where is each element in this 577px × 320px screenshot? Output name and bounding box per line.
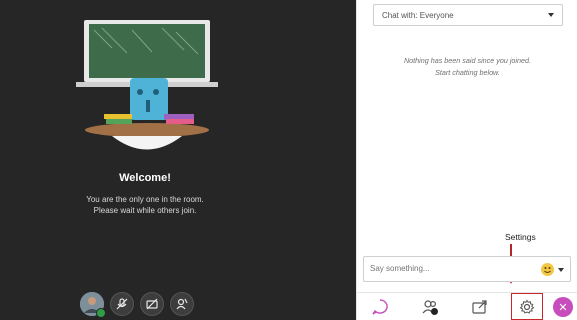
chat-message-input[interactable]: [370, 264, 520, 273]
welcome-message-line1: You are the only one in the room.: [86, 195, 204, 204]
camera-toggle-button[interactable]: [140, 292, 164, 316]
main-stage: Welcome! You are the only one in the roo…: [0, 0, 356, 320]
mic-off-icon: [116, 298, 128, 310]
chat-empty-message-line1: Nothing has been said since you joined.: [403, 56, 532, 65]
panel-tab-bar: ✕: [357, 292, 577, 320]
tab-share-content[interactable]: [465, 294, 495, 320]
camera-off-icon: [146, 298, 158, 310]
chat-compose-box: [363, 256, 571, 282]
close-icon: ✕: [558, 301, 568, 314]
chat-icon: [372, 299, 388, 315]
collaborate-window: Welcome! You are the only one in the roo…: [0, 0, 577, 320]
emoji-icon[interactable]: [541, 263, 554, 276]
share-icon: [472, 300, 487, 314]
chevron-down-icon: [548, 13, 554, 17]
chat-recipient-select[interactable]: Chat with: Everyone: [373, 4, 563, 26]
status-check-icon: [96, 308, 106, 318]
emoji-dropdown-chevron-icon[interactable]: [558, 268, 564, 272]
tab-attendees[interactable]: [415, 294, 445, 320]
tab-settings[interactable]: [511, 293, 543, 320]
raise-hand-button[interactable]: [170, 292, 194, 316]
classroom-illustration: [76, 20, 218, 150]
settings-annotation-label: Settings: [505, 232, 536, 242]
chat-recipient-value: Chat with: Everyone: [382, 10, 454, 20]
hand-raise-icon: [176, 298, 188, 310]
mic-toggle-button[interactable]: [110, 292, 134, 316]
tab-chat[interactable]: [365, 294, 395, 320]
close-panel-button[interactable]: ✕: [553, 297, 573, 317]
welcome-title: Welcome!: [119, 172, 171, 184]
welcome-message-line2: Please wait while others join.: [93, 206, 197, 215]
avatar[interactable]: [80, 292, 106, 318]
settings-icon: [519, 299, 535, 314]
chat-empty-message-line2: Start chatting below.: [435, 68, 500, 77]
attendees-badge: [431, 308, 438, 315]
media-controls: [80, 291, 194, 318]
chat-panel: Chat with: Everyone Nothing has been sai…: [356, 0, 577, 320]
